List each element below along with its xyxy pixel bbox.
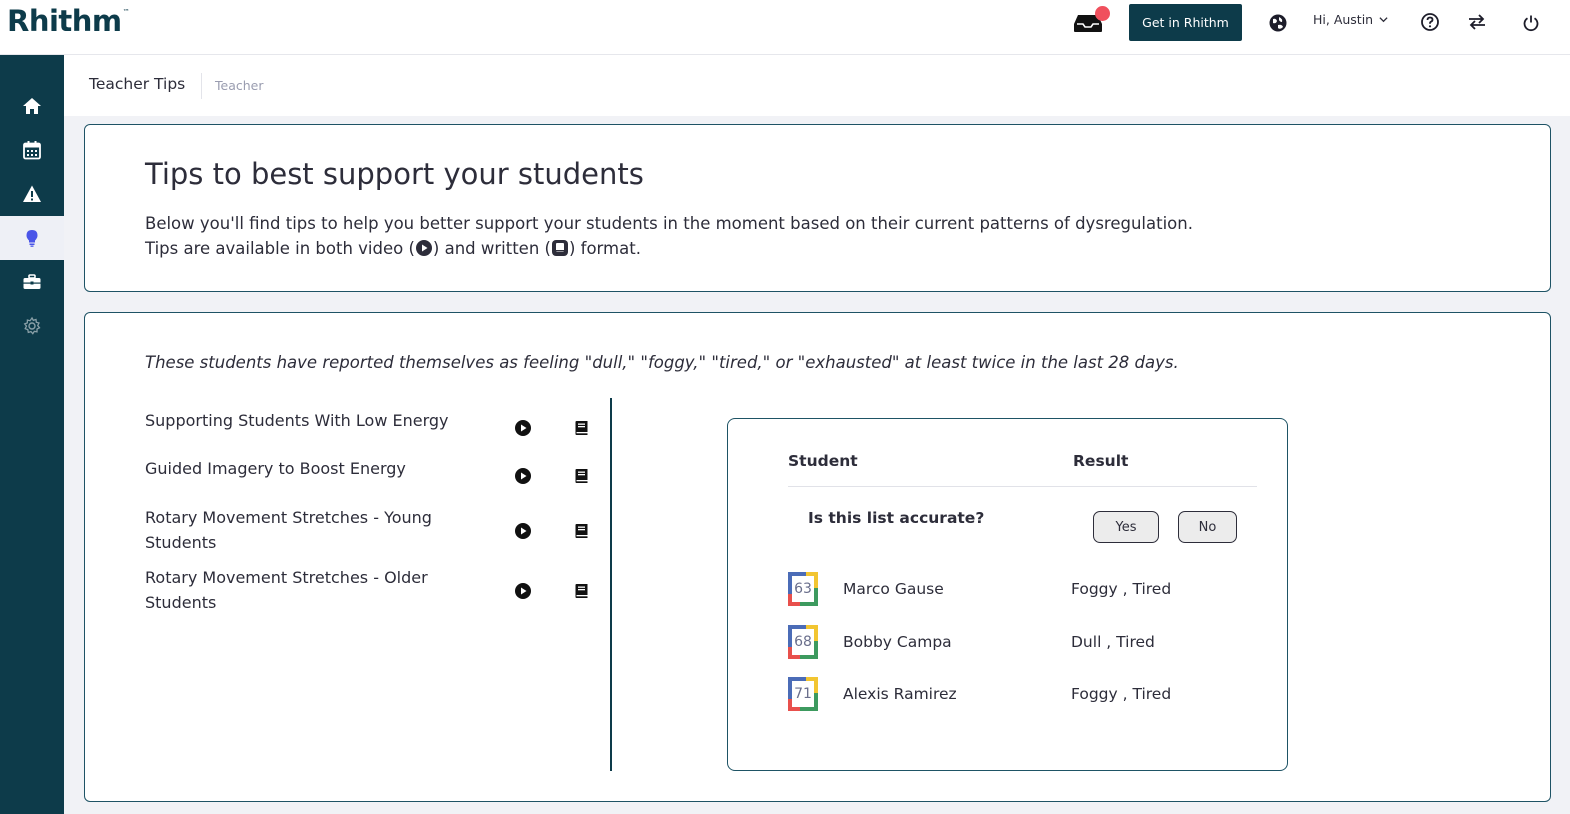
sidebar-item-calendar[interactable] <box>0 128 64 172</box>
tip-title[interactable]: Rotary Movement Stretches - Older Studen… <box>145 565 475 615</box>
student-name: Alexis Ramirez <box>843 685 957 703</box>
gear-icon <box>23 316 41 335</box>
calendar-icon <box>23 141 41 160</box>
play-video-icon[interactable] <box>514 582 532 600</box>
user-menu[interactable]: Hi, Austin <box>1313 12 1388 27</box>
sidebar-item-teacher-tips[interactable] <box>0 216 64 260</box>
accuracy-question: Is this list accurate? <box>808 509 985 527</box>
toolbox-icon <box>23 274 41 289</box>
student-score-badge: 68 <box>788 625 818 659</box>
get-in-rhithm-button[interactable]: Get in Rhithm <box>1129 4 1242 41</box>
header-divider <box>788 486 1257 487</box>
chevron-down-icon <box>1379 17 1388 23</box>
tip-title[interactable]: Supporting Students With Low Energy <box>145 408 485 433</box>
student-result: Foggy , Tired <box>1071 580 1172 598</box>
lightbulb-icon <box>26 230 38 247</box>
book-icon <box>551 240 568 256</box>
yes-button[interactable]: Yes <box>1093 511 1159 543</box>
breadcrumb-role: Teacher <box>215 78 264 93</box>
breadcrumb: Teacher Tips Teacher <box>64 55 1570 116</box>
intro-line-1: Below you'll find tips to help you bette… <box>145 214 1193 233</box>
video-icon <box>415 240 432 256</box>
intro-heading: Tips to best support your students <box>145 157 644 191</box>
help-icon[interactable] <box>1420 12 1440 32</box>
globe-icon[interactable] <box>1268 13 1288 33</box>
student-name: Bobby Campa <box>843 633 952 651</box>
play-video-icon[interactable] <box>514 467 532 485</box>
sidebar-item-toolbox[interactable] <box>0 260 64 304</box>
tips-card: These students have reported themselves … <box>84 312 1551 802</box>
column-divider <box>610 398 612 771</box>
intro-description: Below you'll find tips to help you bette… <box>145 211 1193 261</box>
tip-title[interactable]: Guided Imagery to Boost Energy <box>145 456 485 481</box>
intro-line-2: Tips are available in both video () and … <box>145 239 641 258</box>
switch-icon[interactable] <box>1467 12 1487 32</box>
sidebar-item-settings[interactable] <box>0 304 64 348</box>
result-column-header: Result <box>1073 452 1129 470</box>
student-list-box: Student Result Is this list accurate? Ye… <box>727 418 1288 771</box>
sidebar <box>0 55 64 814</box>
play-video-icon[interactable] <box>514 522 532 540</box>
home-icon <box>23 98 41 114</box>
dysregulation-notice: These students have reported themselves … <box>145 353 1179 372</box>
written-tip-icon[interactable] <box>573 419 591 437</box>
intro-card: Tips to best support your students Below… <box>84 124 1551 292</box>
student-column-header: Student <box>788 452 858 470</box>
student-result: Foggy , Tired <box>1071 685 1172 703</box>
student-score-badge: 71 <box>788 677 818 711</box>
tip-title[interactable]: Rotary Movement Stretches - Young Studen… <box>145 505 475 555</box>
breadcrumb-divider <box>201 73 202 99</box>
top-bar: Rhithm™ Get in Rhithm Hi, Austin <box>0 0 1570 55</box>
rhithm-logo[interactable]: Rhithm™ <box>7 4 130 38</box>
written-tip-icon[interactable] <box>573 467 591 485</box>
written-tip-icon[interactable] <box>573 522 591 540</box>
alert-icon <box>23 185 41 202</box>
table-row[interactable]: 63 Marco Gause Foggy , Tired <box>788 572 1268 606</box>
sidebar-item-home[interactable] <box>0 84 64 128</box>
play-video-icon[interactable] <box>514 419 532 437</box>
no-button[interactable]: No <box>1178 511 1237 543</box>
table-row[interactable]: 71 Alexis Ramirez Foggy , Tired <box>788 677 1268 711</box>
power-icon[interactable] <box>1521 13 1541 33</box>
page-title: Teacher Tips <box>89 75 186 93</box>
written-tip-icon[interactable] <box>573 582 591 600</box>
notification-dot <box>1095 6 1110 21</box>
user-greeting: Hi, Austin <box>1313 12 1374 27</box>
student-result: Dull , Tired <box>1071 633 1155 651</box>
table-row[interactable]: 68 Bobby Campa Dull , Tired <box>788 625 1268 659</box>
student-name: Marco Gause <box>843 580 944 598</box>
student-score-badge: 63 <box>788 572 818 606</box>
sidebar-item-alerts[interactable] <box>0 172 64 216</box>
